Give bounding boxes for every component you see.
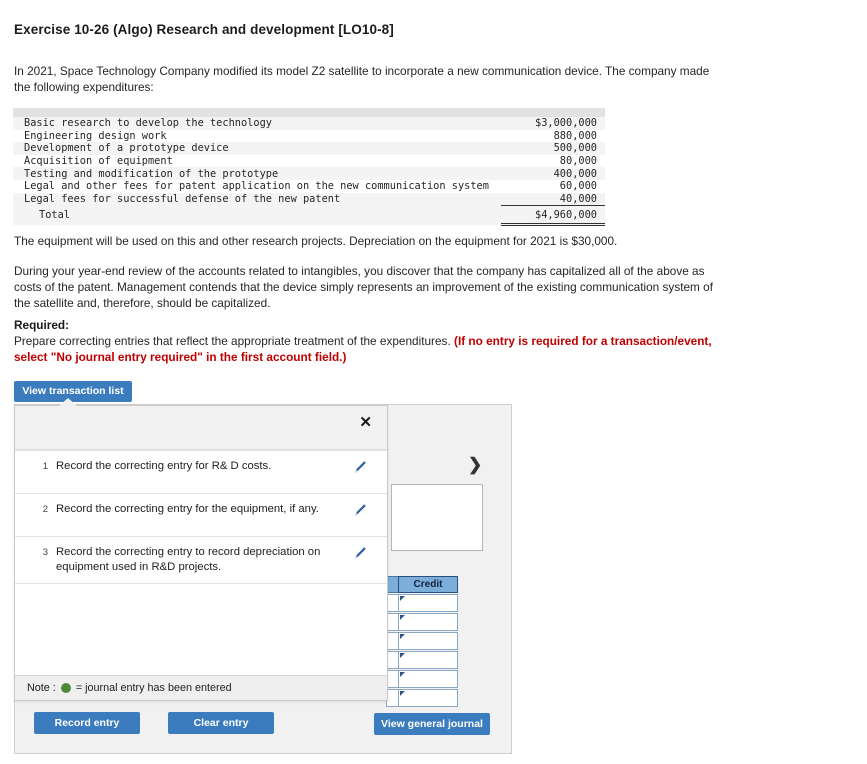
- expenditure-amount: $3,000,000: [501, 117, 605, 130]
- edit-transaction-button[interactable]: [353, 459, 387, 479]
- note-suffix-label: = journal entry has been entered: [75, 682, 232, 694]
- transaction-row[interactable]: 3 Record the correcting entry to record d…: [15, 537, 387, 584]
- journal-grid-row: [386, 670, 458, 688]
- expenditure-label: Basic research to develop the technology: [13, 117, 501, 130]
- credit-column-header: Credit: [398, 576, 458, 593]
- expenditure-row: Acquisition of equipment 80,000: [13, 154, 605, 168]
- expenditure-label: Development of a prototype device: [13, 142, 501, 155]
- total-amount: $4,960,000: [501, 205, 605, 227]
- expenditure-row: Legal fees for successful defense of the…: [13, 192, 605, 207]
- required-text: Prepare correcting entries that reflect …: [14, 334, 455, 348]
- journal-grid-row: [386, 613, 458, 631]
- journal-grid-cell-credit[interactable]: [398, 670, 458, 688]
- expenditure-label: Legal fees for successful defense of the…: [13, 192, 501, 206]
- journal-grid-row: [386, 689, 458, 707]
- transaction-number: 1: [42, 461, 48, 472]
- exercise-page: Exercise 10-26 (Algo) Research and devel…: [0, 0, 867, 764]
- intro-paragraph: In 2021, Space Technology Company modifi…: [14, 64, 710, 94]
- transaction-description: Record the correcting entry for R& D cos…: [56, 460, 272, 472]
- transaction-number: 3: [42, 547, 48, 558]
- expenditure-row: Testing and modification of the prototyp…: [13, 167, 605, 180]
- note-prefix-label: Note :: [27, 682, 56, 694]
- expenditure-row: Engineering design work 880,000: [13, 129, 605, 143]
- transaction-row[interactable]: 2 Record the correcting entry for the equ…: [15, 494, 387, 537]
- header-strip-amount-cell: [501, 108, 605, 117]
- pencil-icon: [353, 460, 367, 474]
- journal-grid-cell-credit[interactable]: [398, 632, 458, 650]
- page-title: Exercise 10-26 (Algo) Research and devel…: [14, 22, 394, 37]
- transaction-list: 1 Record the correcting entry for R& D co…: [15, 450, 387, 584]
- expenditure-total-row: Total $4,960,000: [13, 205, 605, 227]
- journal-grid-header-row: Credit: [386, 576, 458, 593]
- expenditure-amount: 500,000: [501, 142, 605, 155]
- entered-status-dot-icon: [60, 683, 71, 693]
- expenditure-amount: 60,000: [501, 179, 605, 193]
- chevron-right-icon[interactable]: ❯: [468, 456, 482, 473]
- journal-grid-row: [386, 651, 458, 669]
- record-entry-button[interactable]: Record entry: [34, 712, 140, 734]
- required-block: Required: Prepare correcting entries tha…: [14, 317, 720, 365]
- expenditure-label: Engineering design work: [13, 129, 501, 143]
- modal-header: ✕: [15, 406, 387, 450]
- expenditure-amount: 40,000: [501, 192, 605, 207]
- equipment-paragraph: The equipment will be used on this and o…: [14, 234, 618, 248]
- expenditure-label: Testing and modification of the prototyp…: [13, 167, 501, 180]
- review-paragraph: During your year-end review of the accou…: [14, 264, 713, 310]
- view-general-journal-button[interactable]: View general journal: [374, 713, 490, 735]
- header-strip-label-cell: [13, 108, 501, 117]
- transaction-row[interactable]: 1 Record the correcting entry for R& D co…: [15, 450, 387, 494]
- transaction-description: Record the correcting entry to record de…: [56, 546, 321, 573]
- expenditures-table: Basic research to develop the technology…: [13, 108, 605, 227]
- close-icon[interactable]: ✕: [355, 413, 376, 432]
- journal-grid-cell-credit[interactable]: [398, 651, 458, 669]
- edit-transaction-button[interactable]: [353, 502, 387, 522]
- table-header-strip: [13, 108, 605, 117]
- modal-note-bar: Note : = journal entry has been entered: [15, 675, 387, 700]
- expenditure-label: Legal and other fees for patent applicat…: [13, 179, 501, 193]
- transaction-list-modal: ✕ 1 Record the correcting entry for R& D …: [14, 398, 388, 701]
- expenditure-row: Basic research to develop the technology…: [13, 117, 605, 130]
- expenditure-row: Development of a prototype device 500,000: [13, 142, 605, 155]
- expenditure-label: Acquisition of equipment: [13, 154, 501, 168]
- journal-grid-row: [386, 594, 458, 612]
- modal-caret: [59, 398, 77, 407]
- journal-grid-cell-credit[interactable]: [398, 689, 458, 707]
- journal-grid-cell-credit[interactable]: [398, 594, 458, 612]
- transaction-number: 2: [42, 504, 48, 515]
- total-label: Total: [13, 205, 501, 225]
- edit-transaction-button[interactable]: [353, 545, 387, 565]
- transaction-description: Record the correcting entry for the equi…: [56, 503, 319, 515]
- pencil-icon: [353, 503, 367, 517]
- expenditure-amount: 400,000: [501, 167, 605, 180]
- expenditure-amount: 880,000: [501, 129, 605, 143]
- expenditures-table-body: Basic research to develop the technology…: [13, 108, 605, 227]
- journal-grid-row: [386, 632, 458, 650]
- expenditure-amount: 80,000: [501, 154, 605, 168]
- required-label: Required:: [14, 318, 70, 332]
- expenditure-row: Legal and other fees for patent applicat…: [13, 179, 605, 193]
- journal-entry-grid: Credit: [386, 576, 458, 707]
- pencil-icon: [353, 546, 367, 560]
- clear-entry-button[interactable]: Clear entry: [168, 712, 274, 734]
- worksheet-note-textbox[interactable]: [391, 484, 483, 551]
- journal-grid-cell-credit[interactable]: [398, 613, 458, 631]
